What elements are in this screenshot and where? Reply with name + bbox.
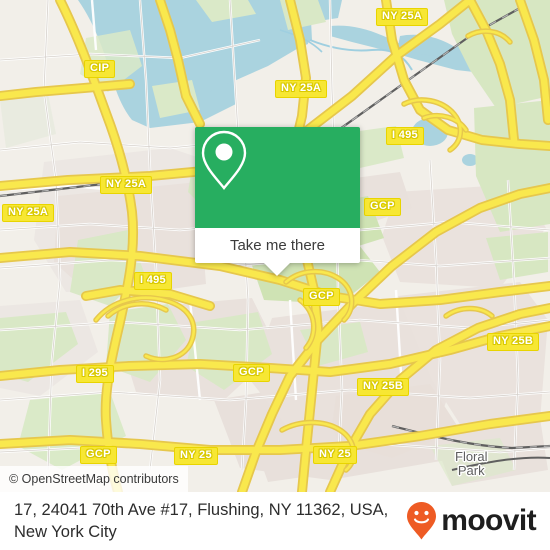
place-label-line: Floral — [455, 449, 488, 464]
road-shield: NY 25A — [100, 176, 153, 194]
road-shield: GCP — [303, 288, 340, 306]
road-shield: NY 25 — [174, 447, 218, 465]
road-shield: CIP — [84, 60, 116, 78]
map-pin-icon — [201, 130, 247, 190]
take-me-there-label: Take me there — [229, 237, 326, 254]
map-attribution[interactable]: © OpenStreetMap contributors — [0, 466, 188, 492]
road-shield: NY 25B — [487, 333, 540, 351]
location-popup[interactable]: Take me there — [195, 127, 360, 276]
address-line-1: 17, 24041 70th Ave #17, Flushing, NY 113… — [14, 501, 389, 519]
road-shield: NY 25A — [275, 80, 328, 98]
popup-header — [195, 127, 360, 228]
road-shield: I 295 — [76, 365, 114, 383]
road-shield: NY 25 — [313, 446, 357, 464]
road-shield: GCP — [364, 198, 401, 216]
moovit-logo[interactable]: moovit — [405, 501, 537, 541]
road-shield: I 495 — [386, 127, 424, 145]
place-label: Floral Park — [455, 450, 488, 478]
road-shield: NY 25A — [2, 204, 55, 222]
road-shield: I 495 — [134, 272, 172, 290]
address-line-2: New York City — [14, 523, 117, 541]
road-shield: NY 25B — [357, 378, 410, 396]
road-shield: GCP — [80, 446, 117, 464]
map-screenshot: NY 25A CIP NY 25A I 495 NY 25A NY 25A GCP I 495… — [0, 0, 550, 550]
popup-action[interactable]: Take me there — [195, 228, 360, 276]
moovit-pin-smiley-icon — [407, 502, 437, 540]
map-canvas[interactable]: NY 25A CIP NY 25A I 495 NY 25A NY 25A GCP I 495… — [0, 0, 550, 492]
place-label-line: Park — [457, 463, 485, 478]
moovit-wordmark: moovit — [441, 504, 536, 537]
attribution-text: © OpenStreetMap contributors — [9, 472, 179, 486]
popup-tail — [264, 263, 290, 276]
road-shield: NY 25A — [376, 8, 429, 26]
road-shield: GCP — [233, 364, 270, 382]
address-block: 17, 24041 70th Ave #17, Flushing, NY 113… — [14, 499, 388, 543]
footer-bar: 17, 24041 70th Ave #17, Flushing, NY 113… — [0, 492, 550, 550]
